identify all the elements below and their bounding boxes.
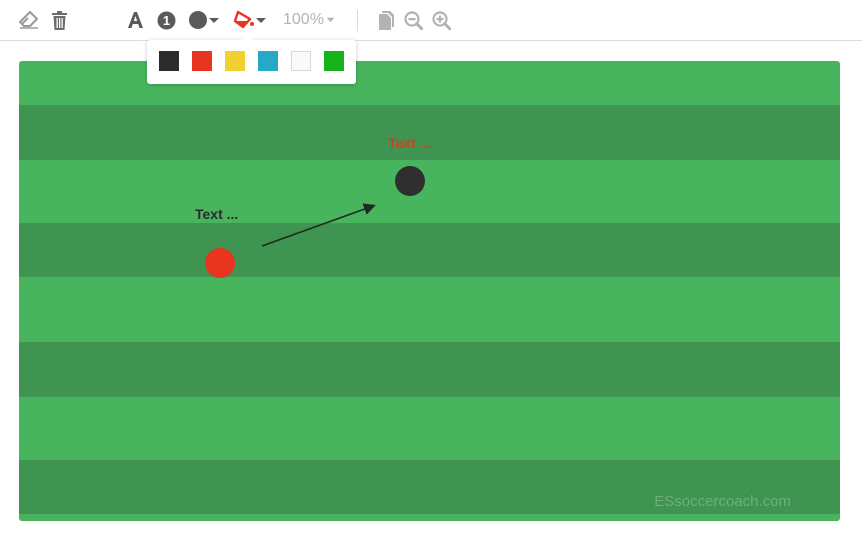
player-shape-icon: [189, 11, 219, 29]
chevron-down-icon: [256, 18, 266, 23]
text-label[interactable]: Text ...: [195, 206, 238, 222]
trash-button[interactable]: [50, 9, 68, 31]
player-token-black[interactable]: [395, 166, 425, 196]
toolbar: 1 100%: [0, 0, 862, 41]
fill-color-button[interactable]: [233, 9, 267, 31]
chevron-down-icon: [209, 18, 219, 23]
zoom-label: 100%: [283, 11, 324, 28]
number-marker-button[interactable]: 1: [156, 9, 176, 31]
soccer-field-canvas[interactable]: Text ... Text ... ESsoccercoach.com: [19, 61, 840, 521]
watermark: ESsoccercoach.com: [654, 493, 791, 510]
color-swatch-red[interactable]: [192, 51, 212, 71]
fill-color-icon: [233, 10, 266, 29]
color-swatch-white[interactable]: [291, 51, 311, 71]
zoom-out-icon: [404, 10, 423, 30]
zoom-select[interactable]: 100%: [283, 9, 335, 31]
toolbar-divider: [357, 10, 358, 31]
zoom-out-button[interactable]: [404, 9, 423, 31]
text-label[interactable]: Text ...: [388, 135, 431, 151]
chevron-down-icon: [326, 17, 335, 23]
svg-text:1: 1: [162, 13, 169, 28]
color-palette-popup: [147, 34, 356, 84]
zoom-in-icon: [432, 10, 451, 30]
trash-icon: [51, 10, 67, 30]
movement-arrow[interactable]: [261, 203, 376, 247]
player-shape-button[interactable]: [188, 9, 221, 31]
color-swatch-teal[interactable]: [258, 51, 278, 71]
color-swatch-green[interactable]: [324, 51, 344, 71]
zoom-in-button[interactable]: [432, 9, 451, 31]
color-swatch-black[interactable]: [159, 51, 179, 71]
field-drawing-layer: [205, 166, 425, 278]
palette-arrow: [241, 34, 253, 40]
eraser-button[interactable]: [19, 9, 39, 31]
color-swatch-yellow[interactable]: [225, 51, 245, 71]
text-tool-icon: [127, 12, 143, 28]
number-marker-icon: 1: [157, 11, 175, 29]
copy-button[interactable]: [377, 9, 395, 31]
copy-icon: [378, 10, 394, 30]
text-tool-button[interactable]: [126, 9, 144, 31]
eraser-icon: [19, 11, 38, 29]
player-token-red[interactable]: [205, 248, 235, 278]
